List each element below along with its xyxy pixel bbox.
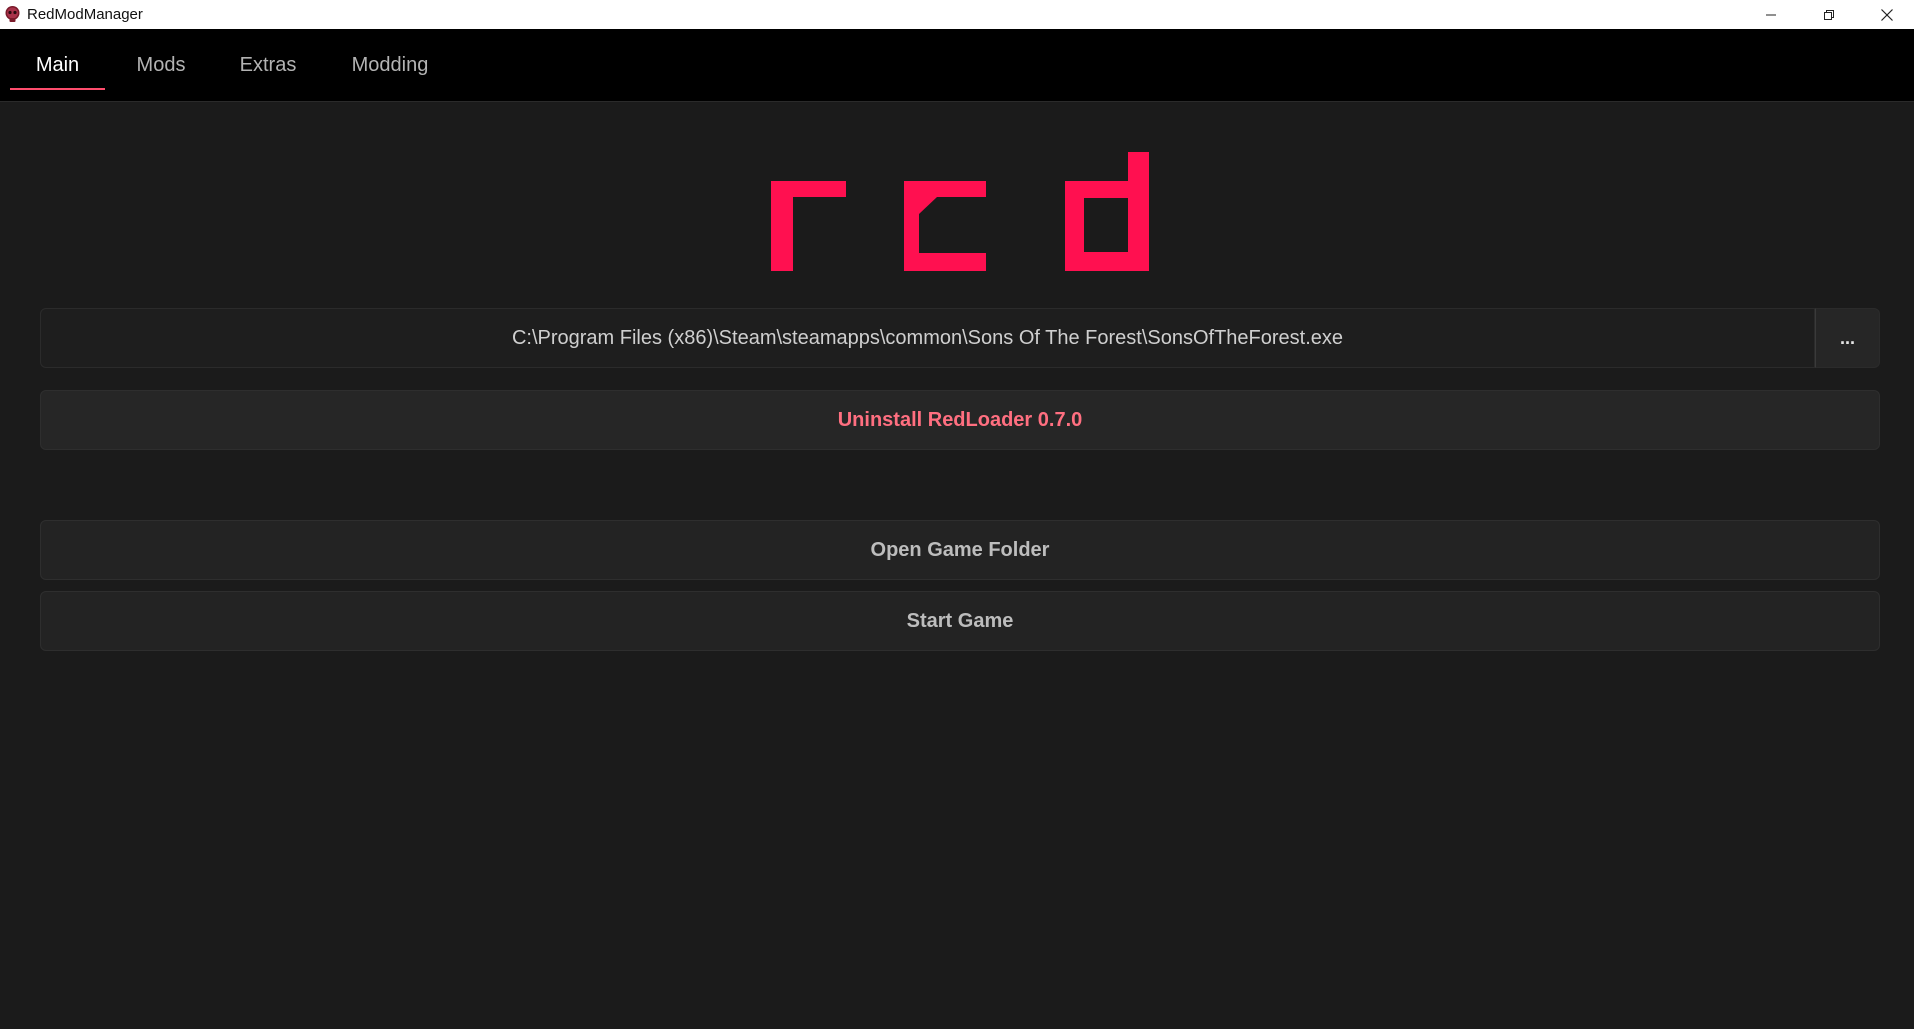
start-game-button[interactable]: Start Game	[40, 591, 1880, 651]
browse-button[interactable]: ...	[1815, 308, 1880, 368]
active-tab-indicator	[10, 88, 105, 90]
minimize-button[interactable]	[1742, 0, 1800, 29]
minimize-icon	[1766, 14, 1776, 15]
red-logo	[771, 152, 1149, 271]
restore-icon	[1824, 9, 1834, 20]
game-path-field[interactable]: C:\Program Files (x86)\Steam\steamapps\c…	[40, 308, 1815, 368]
tab-main[interactable]: Main	[10, 29, 105, 101]
window-title: RedModManager	[27, 6, 143, 23]
nav-tabs: Main Mods Extras Modding	[0, 29, 1914, 102]
tab-extras[interactable]: Extras	[230, 29, 306, 101]
close-icon	[1881, 8, 1893, 21]
uninstall-redloader-button[interactable]: Uninstall RedLoader 0.7.0	[40, 390, 1880, 450]
title-bar[interactable]: RedModManager	[0, 0, 1914, 29]
tab-mods[interactable]: Mods	[125, 29, 197, 101]
restore-button[interactable]	[1800, 0, 1858, 29]
tab-modding[interactable]: Modding	[340, 29, 440, 101]
skull-icon	[5, 6, 20, 22]
open-game-folder-button[interactable]: Open Game Folder	[40, 520, 1880, 580]
close-button[interactable]	[1858, 0, 1914, 29]
app-window: RedModManager Main Mods Extras Modding C…	[0, 0, 1914, 1029]
